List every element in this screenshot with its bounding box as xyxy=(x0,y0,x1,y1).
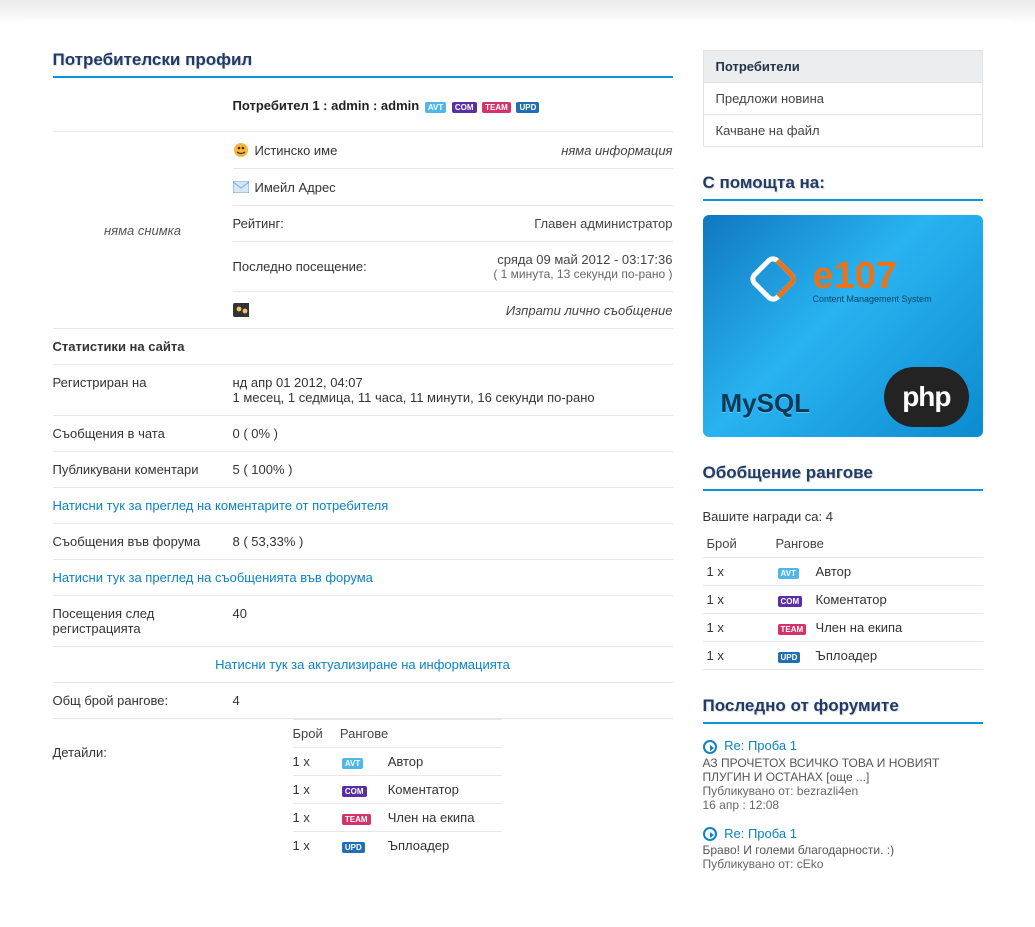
pm-icon[interactable] xyxy=(233,302,249,318)
update-info-link[interactable]: Натисни тук за актуализиране на информац… xyxy=(215,657,510,672)
sidebar: Потребители Предложи новина Качване на ф… xyxy=(703,50,983,897)
send-pm-link[interactable]: Изпрати лично съобщение xyxy=(506,303,673,318)
email-label: Имейл Адрес xyxy=(255,180,336,195)
details-label: Детайли: xyxy=(53,719,233,859)
side-menu-title: Потребители xyxy=(704,51,982,82)
badge-com: COM xyxy=(452,102,477,113)
side-menu: Потребители Предложи новина Качване на ф… xyxy=(703,50,983,147)
table-row: 1 xCOMКоментатор xyxy=(293,776,502,804)
ranks-summary-title: Обобщение рангове xyxy=(703,463,983,491)
badge-upd: UPD xyxy=(516,102,539,113)
table-row: 1 xCOMКоментатор xyxy=(703,586,983,614)
table-row: 1 xAVTАвтор xyxy=(293,748,502,776)
badge-team: TEAM xyxy=(342,814,371,825)
awards-line: Вашите награди са: 4 xyxy=(703,505,983,530)
forum-label: Съобщения във форума xyxy=(53,534,233,549)
profile-top: няма снимка Истинско име няма информация… xyxy=(53,131,673,328)
badge-team: TEAM xyxy=(482,102,511,113)
php-logo: php xyxy=(884,367,968,427)
real-name-label: Истинско име xyxy=(255,143,338,158)
registered-ago: 1 месец, 1 седмица, 11 часа, 11 минути, … xyxy=(233,390,673,405)
visits-label: Посещения след регистрацията xyxy=(53,606,233,636)
forum-item: Re: Проба 1 Браво! И големи благодарност… xyxy=(703,826,983,872)
registered-label: Регистриран на xyxy=(53,375,233,405)
badge-avt: AVT xyxy=(342,758,363,769)
bullet-icon xyxy=(703,827,717,841)
bullet-icon xyxy=(703,740,717,754)
table-row: 1 xUPDЪплоадер xyxy=(293,832,502,860)
table-row: 1 xUPDЪплоадер xyxy=(703,642,983,670)
badge-avt: AVT xyxy=(425,102,446,113)
rating-label: Рейтинг: xyxy=(233,216,284,231)
badge-com: COM xyxy=(342,786,367,797)
registered-date: нд апр 01 2012, 04:07 xyxy=(233,375,673,390)
table-row: 1 xTEAMЧлен на екипа xyxy=(703,614,983,642)
visits-value: 40 xyxy=(233,606,673,636)
last-visit-label: Последно посещение: xyxy=(233,259,367,274)
ranks-summary-table: БройРангове 1 xAVTАвтор 1 xCOMКоментатор… xyxy=(703,530,983,670)
table-row: 1 xTEAMЧлен на екипа xyxy=(293,804,502,832)
info-table: Истинско име няма информация Имейл Адрес… xyxy=(233,132,673,328)
chat-label: Съобщения в чата xyxy=(53,426,233,441)
mysql-logo: MySQL xyxy=(721,388,811,419)
main-column: Потребителски профил Потребител 1 : admi… xyxy=(53,50,673,897)
e107-logo-icon xyxy=(743,249,803,309)
forum-link[interactable]: Re: Проба 1 xyxy=(724,826,797,841)
comments-value: 5 ( 100% ) xyxy=(233,462,673,477)
no-photo: няма снимка xyxy=(53,132,233,328)
table-row: 1 xAVTАвтор xyxy=(703,558,983,586)
forum-item: Re: Проба 1 АЗ ПРОЧЕТОХ ВСИЧКО ТОВА И НО… xyxy=(703,738,983,812)
ranks-detail-table: БройРангове 1 xAVTАвтор 1 xCOMКоментатор… xyxy=(293,719,502,859)
help-title: С помощта на: xyxy=(703,173,983,201)
person-icon xyxy=(233,142,249,158)
forum-link[interactable]: Re: Проба 1 xyxy=(724,738,797,753)
user-headline: Потребител 1 : admin : admin AVT COM TEA… xyxy=(53,92,673,131)
tech-banner: e107Content Management System MySQL php xyxy=(703,215,983,437)
forum-value: 8 ( 53,33% ) xyxy=(233,534,673,549)
last-visit-value: сряда 09 май 2012 - 03:17:36 ( 1 минута,… xyxy=(493,252,672,281)
rating-value: Главен администратор xyxy=(534,216,672,231)
forum-latest-title: Последно от форумите xyxy=(703,696,983,724)
total-ranks-value: 4 xyxy=(233,693,673,708)
total-ranks-label: Общ брой рангове: xyxy=(53,693,233,708)
sidebar-item-upload-file[interactable]: Качване на файл xyxy=(704,114,982,146)
real-name-value: няма информация xyxy=(561,143,672,158)
chat-value: 0 ( 0% ) xyxy=(233,426,673,441)
stats-title: Статистики на сайта xyxy=(53,328,673,364)
page-title: Потребителски профил xyxy=(53,50,673,78)
view-comments-link[interactable]: Натисни тук за преглед на коментарите от… xyxy=(53,498,389,513)
mail-icon xyxy=(233,179,249,195)
comments-label: Публикувани коментари xyxy=(53,462,233,477)
sidebar-item-submit-news[interactable]: Предложи новина xyxy=(704,82,982,114)
badge-upd: UPD xyxy=(342,842,365,853)
view-forum-link[interactable]: Натисни тук за преглед на съобщенията въ… xyxy=(53,570,373,585)
